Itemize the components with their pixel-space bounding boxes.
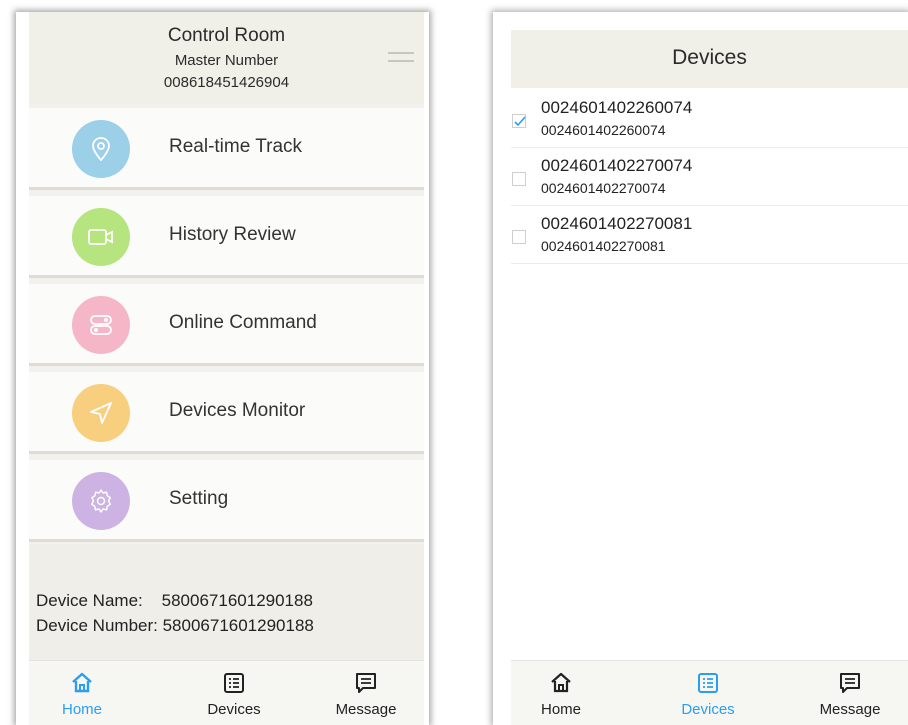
header: Devices [511,30,908,88]
device-name: 0024601402270074 [541,156,693,175]
device-list-item[interactable]: 0024601402260074 0024601402260074 [511,90,908,148]
device-number: 0024601402270081 [541,238,666,254]
location-pin-icon [72,120,130,178]
home-icon [551,672,571,693]
home-screen: Control Room Master Number 0086184514269… [16,12,429,725]
message-icon [840,673,860,693]
master-number-value: 008618451426904 [163,74,290,91]
menu-icon[interactable] [388,52,414,72]
tab-label: Home [61,701,102,718]
toggle-switch-icon [72,296,130,354]
menu-item-label: Setting [169,488,229,509]
bottom-tab-bar: Home Devices Message [29,660,424,725]
device-checkbox[interactable] [512,230,526,244]
gear-icon [72,472,130,530]
home-icon [72,672,92,693]
device-info-panel: Device Name: 5800671601290188 Device Num… [29,544,424,660]
device-list-item[interactable]: 0024601402270074 0024601402270074 [511,148,908,206]
master-number-label: Master Number [174,52,279,69]
menu-item-setting[interactable]: Setting [29,460,424,542]
device-number: 0024601402260074 [541,122,666,138]
menu-item-label: Online Command [169,312,317,333]
device-checkbox[interactable] [512,172,526,186]
menu-item-label: Devices Monitor [169,400,306,421]
menu-item-label: Real-time Track [169,136,303,157]
list-icon [698,673,718,693]
device-checkbox[interactable] [512,114,526,128]
device-name: 0024601402270081 [541,214,693,233]
menu-item-real-time-track[interactable]: Real-time Track [29,108,424,190]
bottom-tab-bar: Home Devices Message [511,660,908,725]
video-camera-icon [72,208,130,266]
tab-label: Home [540,701,581,718]
menu-item-online-command[interactable]: Online Command [29,284,424,366]
tab-label: Message [335,701,397,718]
tab-label: Devices [681,701,735,718]
home-screen-content: Control Room Master Number 0086184514269… [29,12,424,725]
page-title: Control Room [167,25,286,46]
message-icon [356,673,376,693]
menu-item-devices-monitor[interactable]: Devices Monitor [29,372,424,454]
device-name: 0024601402260074 [541,98,693,117]
device-list-item[interactable]: 0024601402270081 0024601402270081 [511,206,908,264]
devices-screen: Devices 0024601402260074 002460140226007… [493,12,908,725]
device-name-text: Device Name: 5800671601290188 [36,591,313,610]
list-icon [224,673,244,693]
device-number-text: Device Number: 5800671601290188 [36,616,314,635]
checkmark-icon [514,116,526,127]
device-number: 0024601402270074 [541,180,666,196]
header: Control Room Master Number 0086184514269… [29,12,424,104]
devices-screen-content: Devices 0024601402260074 002460140226007… [511,12,908,725]
page-title: Devices [672,46,747,69]
tab-label: Devices [207,701,261,718]
menu-item-label: History Review [169,224,296,245]
navigation-arrow-icon [72,384,130,442]
menu-item-history-review[interactable]: History Review [29,196,424,278]
tab-label: Message [819,701,881,718]
